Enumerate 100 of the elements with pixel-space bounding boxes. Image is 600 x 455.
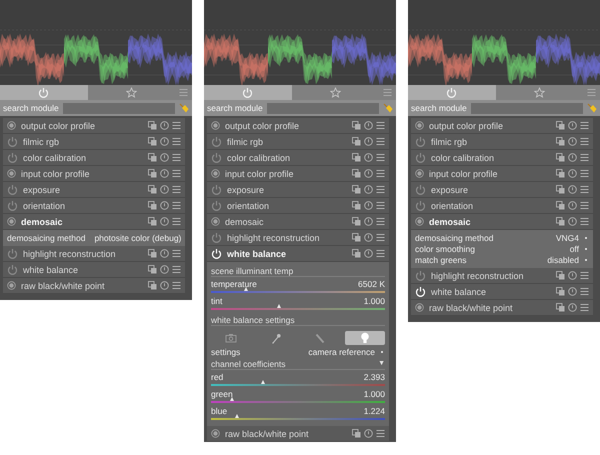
module-row[interactable]: exposure xyxy=(207,182,389,198)
copy-icon[interactable] xyxy=(352,429,361,438)
menu-icon[interactable] xyxy=(172,121,181,130)
reset-icon[interactable] xyxy=(364,137,373,146)
slider-thumb[interactable] xyxy=(276,304,281,308)
reset-icon[interactable] xyxy=(364,121,373,130)
dot-circle-icon[interactable] xyxy=(7,281,16,290)
module-row[interactable]: orientation xyxy=(207,198,389,214)
module-row[interactable]: highlight reconstruction xyxy=(207,230,389,246)
broom-icon[interactable] xyxy=(179,103,189,113)
module-row[interactable]: exposure xyxy=(411,182,593,198)
reset-icon[interactable] xyxy=(568,287,577,296)
reset-icon[interactable] xyxy=(160,249,169,258)
module-row[interactable]: input color profile xyxy=(411,166,593,182)
dropdown-value[interactable]: VNG4 xyxy=(556,233,579,243)
dot-circle-icon[interactable] xyxy=(7,169,16,178)
menu-icon[interactable] xyxy=(172,201,181,210)
menu-icon[interactable] xyxy=(580,169,589,178)
dot-circle-icon[interactable] xyxy=(211,217,220,226)
dot-circle-icon[interactable] xyxy=(415,217,424,226)
reset-icon[interactable] xyxy=(160,185,169,194)
menu-icon[interactable] xyxy=(580,271,589,280)
reset-icon[interactable] xyxy=(160,121,169,130)
reset-icon[interactable] xyxy=(568,185,577,194)
dot-circle-icon[interactable] xyxy=(415,121,424,130)
reset-icon[interactable] xyxy=(364,249,373,258)
reset-icon[interactable] xyxy=(568,169,577,178)
menu-icon[interactable] xyxy=(172,265,181,274)
menu-icon[interactable] xyxy=(172,137,181,146)
module-row[interactable]: raw black/white point xyxy=(3,278,185,294)
mode-button[interactable] xyxy=(344,331,385,345)
menu-icon[interactable] xyxy=(376,217,385,226)
menu-icon[interactable] xyxy=(172,153,181,162)
menu-icon[interactable] xyxy=(172,281,181,290)
dot-circle-icon[interactable] xyxy=(7,121,16,130)
menu-icon[interactable] xyxy=(172,217,181,226)
module-row[interactable]: orientation xyxy=(3,198,185,214)
tab[interactable] xyxy=(204,85,292,100)
search-field[interactable] xyxy=(62,102,175,114)
module-row[interactable]: exposure xyxy=(3,182,185,198)
reset-icon[interactable] xyxy=(364,217,373,226)
reset-icon[interactable] xyxy=(364,201,373,210)
menu-icon[interactable] xyxy=(376,153,385,162)
reset-icon[interactable] xyxy=(160,201,169,210)
menu-icon[interactable] xyxy=(376,201,385,210)
broom-icon[interactable] xyxy=(587,103,597,113)
menu-icon[interactable] xyxy=(376,121,385,130)
module-row[interactable]: color calibration xyxy=(411,150,593,166)
module-row[interactable]: raw black/white point xyxy=(207,426,389,442)
reset-icon[interactable] xyxy=(568,303,577,312)
module-row[interactable]: demosaic xyxy=(207,214,389,230)
search-field[interactable] xyxy=(266,102,379,114)
dot-circle-icon[interactable] xyxy=(415,303,424,312)
dropdown-value[interactable]: camera reference xyxy=(308,347,375,357)
module-row[interactable]: color calibration xyxy=(3,150,185,166)
dot-circle-icon[interactable] xyxy=(211,169,220,178)
reset-icon[interactable] xyxy=(364,169,373,178)
module-row[interactable]: output color profile xyxy=(411,118,593,134)
menu-icon[interactable] xyxy=(580,287,589,296)
reset-icon[interactable] xyxy=(160,169,169,178)
menu-icon[interactable] xyxy=(580,217,589,226)
module-row[interactable]: output color profile xyxy=(207,118,389,134)
menu-icon[interactable] xyxy=(172,169,181,178)
menu-icon[interactable] xyxy=(172,249,181,258)
menu-icon[interactable] xyxy=(580,137,589,146)
reset-icon[interactable] xyxy=(364,185,373,194)
tab[interactable] xyxy=(0,85,88,100)
menu-icon[interactable] xyxy=(580,303,589,312)
reset-icon[interactable] xyxy=(568,121,577,130)
module-row[interactable]: output color profile xyxy=(3,118,185,134)
broom-icon[interactable] xyxy=(383,103,393,113)
menu-icon[interactable] xyxy=(376,169,385,178)
power-icon[interactable] xyxy=(211,248,222,259)
menu-icon[interactable] xyxy=(376,233,385,242)
menu-icon[interactable] xyxy=(580,201,589,210)
module-row[interactable]: filmic rgb xyxy=(411,134,593,150)
module-row[interactable]: input color profile xyxy=(207,166,389,182)
reset-icon[interactable] xyxy=(364,153,373,162)
reset-icon[interactable] xyxy=(568,217,577,226)
module-row[interactable]: white balance xyxy=(3,262,185,278)
power-icon[interactable] xyxy=(415,286,426,297)
reset-icon[interactable] xyxy=(160,217,169,226)
module-row[interactable]: input color profile xyxy=(3,166,185,182)
module-row[interactable]: color calibration xyxy=(207,150,389,166)
menu-icon[interactable] xyxy=(383,88,392,97)
module-row[interactable]: highlight reconstruction xyxy=(411,268,593,284)
reset-icon[interactable] xyxy=(160,153,169,162)
search-field[interactable] xyxy=(470,102,583,114)
reset-icon[interactable] xyxy=(160,281,169,290)
dot-circle-icon[interactable] xyxy=(211,429,220,438)
reset-icon[interactable] xyxy=(160,265,169,274)
menu-icon[interactable] xyxy=(587,88,596,97)
menu-icon[interactable] xyxy=(376,249,385,258)
slider-thumb[interactable] xyxy=(230,397,234,401)
reset-icon[interactable] xyxy=(568,137,577,146)
menu-icon[interactable] xyxy=(580,185,589,194)
module-row[interactable]: filmic rgb xyxy=(207,134,389,150)
reset-icon[interactable] xyxy=(568,271,577,280)
module-row[interactable]: demosaic xyxy=(411,214,593,230)
slider-thumb[interactable] xyxy=(244,287,248,291)
